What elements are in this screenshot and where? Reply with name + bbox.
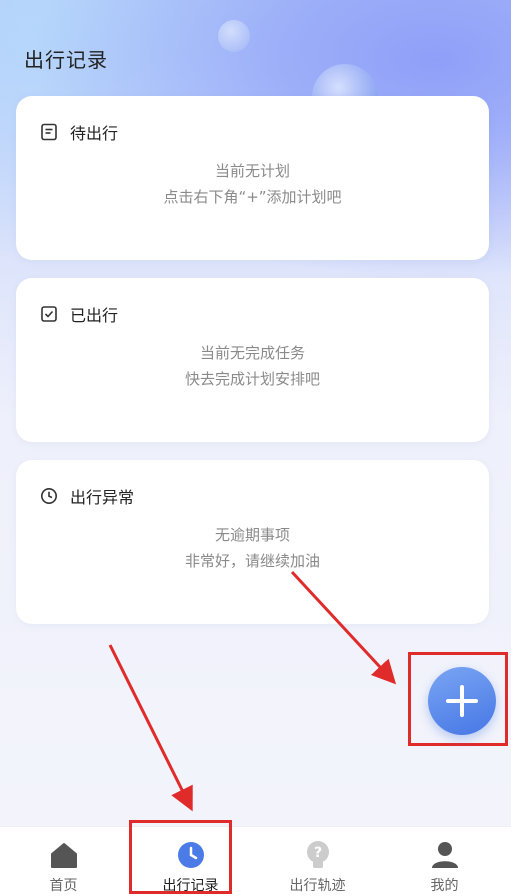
card-pending: 待出行 当前无计划 点击右下角“+”添加计划吧	[16, 96, 489, 260]
card-title: 待出行	[70, 124, 119, 143]
tab-mine[interactable]: 我的	[381, 827, 508, 896]
question-bulb-icon: ?	[306, 841, 329, 868]
empty-message-line: 快去完成计划安排吧	[184, 370, 320, 388]
home-icon	[50, 843, 77, 868]
empty-message: 当前无完成任务 快去完成计划安排吧	[16, 340, 489, 392]
highlight-box-tab	[129, 820, 232, 894]
empty-message-line: 无逾期事项	[214, 526, 290, 544]
card-header: 出行异常	[40, 484, 134, 508]
empty-message-line: 非常好，请继续加油	[184, 552, 320, 570]
empty-message-line: 当前无计划	[214, 162, 290, 180]
card-header: 已出行	[40, 302, 118, 326]
bottom-tab-bar: 首页 出行记录 ? 出行轨迹 我的	[0, 826, 511, 896]
tab-home[interactable]: 首页	[0, 827, 127, 896]
tab-label: 首页	[49, 878, 78, 894]
tab-label: 出行轨迹	[289, 878, 346, 894]
clock-icon	[41, 488, 57, 504]
card-abnormal: 出行异常 无逾期事项 非常好，请继续加油	[16, 460, 489, 624]
card-header: 待出行	[40, 120, 118, 144]
svg-text:?: ?	[313, 845, 321, 861]
decorative-bubble	[218, 20, 250, 52]
card-completed: 已出行 当前无完成任务 快去完成计划安排吧	[16, 278, 489, 442]
empty-message-line: 点击右下角“+”添加计划吧	[163, 188, 342, 206]
empty-message: 无逾期事项 非常好，请继续加油	[16, 522, 489, 574]
highlight-box-add	[408, 652, 508, 746]
user-icon	[431, 842, 458, 868]
arrow-to-tab	[108, 644, 193, 812]
empty-message: 当前无计划 点击右下角“+”添加计划吧	[16, 158, 489, 210]
empty-message-line: 当前无完成任务	[199, 344, 305, 362]
checkbox-icon	[41, 306, 57, 322]
tab-label: 我的	[430, 878, 459, 894]
tab-trip-track[interactable]: ? 出行轨迹	[254, 827, 381, 896]
add-plan-button[interactable]	[428, 667, 496, 735]
document-icon	[41, 123, 57, 141]
page-title: 出行记录	[24, 48, 108, 72]
card-title: 已出行	[70, 306, 119, 325]
card-title: 出行异常	[70, 488, 135, 507]
